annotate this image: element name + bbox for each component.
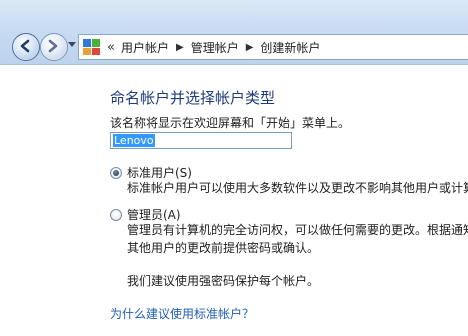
breadcrumb-item-user-accounts[interactable]: 用户帐户	[121, 39, 169, 56]
breadcrumb-item-create-account[interactable]: 创建新帐户	[260, 39, 320, 56]
page-description: 该名称将显示在欢迎屏幕和「开始」菜单上。	[110, 116, 351, 130]
administrator-description-line-2: 其他用户的更改前提供密码或确认。	[127, 241, 320, 255]
breadcrumb-item-manage-accounts[interactable]: 管理帐户	[191, 39, 239, 56]
administrator-description-line-1: 管理员有计算机的完全访问权，可以做任何需要的更改。根据通知	[127, 223, 468, 237]
administrator-radio[interactable]	[110, 209, 122, 221]
password-recommendation: 我们建议使用强密码保护每个帐户。	[127, 274, 320, 288]
navigation-bar: « 用户帐户 ▶ 管理帐户 ▶ 创建新帐户	[0, 0, 468, 65]
why-standard-account-link[interactable]: 为什么建议使用标准帐户？	[110, 305, 254, 322]
recent-pages-dropdown-icon[interactable]	[68, 42, 76, 47]
back-button[interactable]	[12, 33, 40, 61]
main-content: 命名帐户并选择帐户类型 该名称将显示在欢迎屏幕和「开始」菜单上。 Lenovo …	[0, 65, 468, 336]
page-title: 命名帐户并选择帐户类型	[110, 89, 276, 107]
forward-button[interactable]	[40, 33, 68, 61]
breadcrumb-separator-icon[interactable]: ▶	[246, 42, 254, 53]
breadcrumb-overflow-icon[interactable]: «	[107, 40, 115, 55]
standard-user-radio[interactable]	[110, 167, 122, 179]
breadcrumb-separator-icon[interactable]: ▶	[176, 42, 184, 53]
control-panel-icon	[83, 39, 101, 55]
forward-arrow-icon	[48, 39, 58, 53]
standard-user-description: 标准帐户用户可以使用大多数软件以及更改不影响其他用户或计算	[127, 181, 468, 195]
account-name-value: Lenovo	[113, 134, 155, 147]
back-arrow-icon	[20, 39, 30, 53]
address-bar[interactable]: « 用户帐户 ▶ 管理帐户 ▶ 创建新帐户	[78, 34, 468, 60]
account-name-input[interactable]: Lenovo	[110, 132, 292, 149]
